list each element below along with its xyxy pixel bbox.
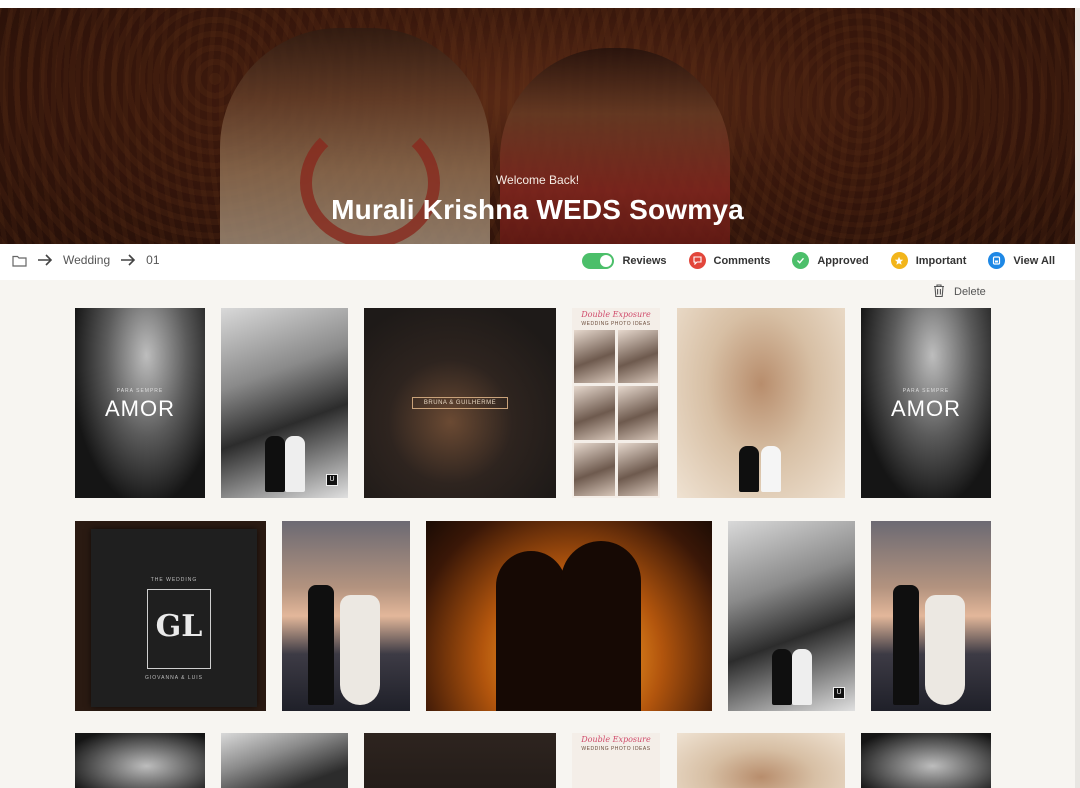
photo-collage (574, 330, 658, 496)
filter-approved-label: Approved (817, 254, 869, 267)
breadcrumb-item-01[interactable]: 01 (146, 253, 159, 267)
photo-thumbnail[interactable]: BRUNA & GUILHERME (364, 308, 556, 498)
page-scrollbar[interactable] (1075, 8, 1080, 788)
amor-title: AMOR (105, 396, 175, 421)
photo-thumbnail[interactable]: THE WEDDING GL GIOVANNA & LUIS (75, 521, 266, 711)
arrow-right-icon (37, 254, 53, 266)
photo-thumbnail[interactable]: Double Exposure WEDDING PHOTO IDEAS (572, 733, 660, 788)
page-title: Murali Krishna WEDS Sowmya (331, 194, 744, 225)
photo-thumbnail[interactable] (75, 733, 205, 788)
photo-figure (308, 585, 334, 705)
filter-reviews[interactable]: Reviews (582, 252, 667, 269)
photo-thumbnail[interactable] (221, 733, 348, 788)
photo-figure (772, 649, 792, 705)
filter-important[interactable]: Important (890, 252, 967, 269)
photo-thumbnail[interactable] (364, 733, 556, 788)
photo-figure (340, 595, 380, 705)
photo-figure (285, 436, 305, 492)
photo-thumbnail[interactable] (426, 521, 712, 711)
filter-reviews-label: Reviews (622, 254, 667, 267)
book-bottom-text: GIOVANNA & LUIS (145, 675, 203, 681)
photo-caption-subtitle: WEDDING PHOTO IDEAS (581, 321, 651, 327)
photo-caption: BRUNA & GUILHERME (412, 397, 508, 409)
filter-comments-label: Comments (713, 254, 771, 267)
reviews-toggle[interactable] (582, 252, 615, 269)
breadcrumb: Wedding 01 (12, 253, 160, 267)
amor-subtitle: PARA SEMPRE (902, 388, 950, 394)
photo-figure (761, 446, 781, 492)
filter-bar: Reviews Comments Approved Important View… (582, 252, 1055, 269)
photo-caption-title: Double Exposure (581, 735, 651, 744)
comment-icon (688, 252, 706, 269)
delete-label: Delete (954, 286, 986, 298)
photographer-logo-icon: U (326, 474, 338, 486)
hero-banner: Welcome Back! Murali Krishna WEDS Sowmya (0, 8, 1075, 244)
filter-view-all-label: View All (1013, 254, 1055, 267)
star-icon (890, 252, 908, 269)
photo-figure (496, 551, 566, 711)
photo-thumbnail[interactable]: U (728, 521, 855, 711)
filter-comments[interactable]: Comments (688, 252, 771, 269)
hero-welcome: Welcome Back! (495, 173, 580, 187)
photo-caption-title: Double Exposure (581, 310, 651, 319)
photo-thumbnail[interactable] (871, 521, 991, 711)
photo-book: THE WEDDING GL GIOVANNA & LUIS (91, 529, 257, 707)
filter-important-label: Important (915, 254, 967, 267)
photo-figure (739, 446, 759, 492)
photo-figure (925, 595, 965, 705)
photo-figure (792, 649, 812, 705)
amor-title: AMOR (891, 396, 961, 421)
filter-view-all[interactable]: View All (988, 252, 1055, 269)
breadcrumb-item-wedding[interactable]: Wedding (63, 253, 110, 267)
folder-icon[interactable] (12, 254, 27, 267)
photo-caption-subtitle: WEDDING PHOTO IDEAS (581, 746, 651, 752)
photo-thumbnail[interactable]: PARA SEMPRE AMOR (861, 308, 991, 498)
arrow-right-icon (120, 254, 136, 266)
photographer-logo-icon: U (833, 687, 845, 699)
toolbar: Wedding 01 Reviews Comments Approved Imp… (0, 244, 1075, 280)
photo-thumbnail[interactable]: Double Exposure WEDDING PHOTO IDEAS (572, 308, 660, 498)
view-all-icon (988, 252, 1006, 269)
photo-thumbnail[interactable] (282, 521, 410, 711)
photo-figure (265, 436, 285, 492)
amor-subtitle: PARA SEMPRE (116, 388, 164, 394)
photo-thumbnail[interactable]: PARA SEMPRE AMOR (75, 308, 205, 498)
photo-thumbnail[interactable] (677, 308, 845, 498)
book-top-text: THE WEDDING (150, 577, 198, 583)
delete-button[interactable]: Delete (932, 283, 986, 301)
check-icon (792, 252, 810, 269)
trash-icon (932, 283, 946, 301)
filter-approved[interactable]: Approved (792, 252, 869, 269)
photo-thumbnail[interactable] (677, 733, 845, 788)
photo-thumbnail[interactable]: U (221, 308, 348, 498)
photo-figure (561, 541, 641, 711)
photo-thumbnail[interactable] (861, 733, 991, 788)
top-strip (0, 0, 1080, 8)
book-monogram: GL (147, 589, 211, 669)
photo-figure (893, 585, 919, 705)
